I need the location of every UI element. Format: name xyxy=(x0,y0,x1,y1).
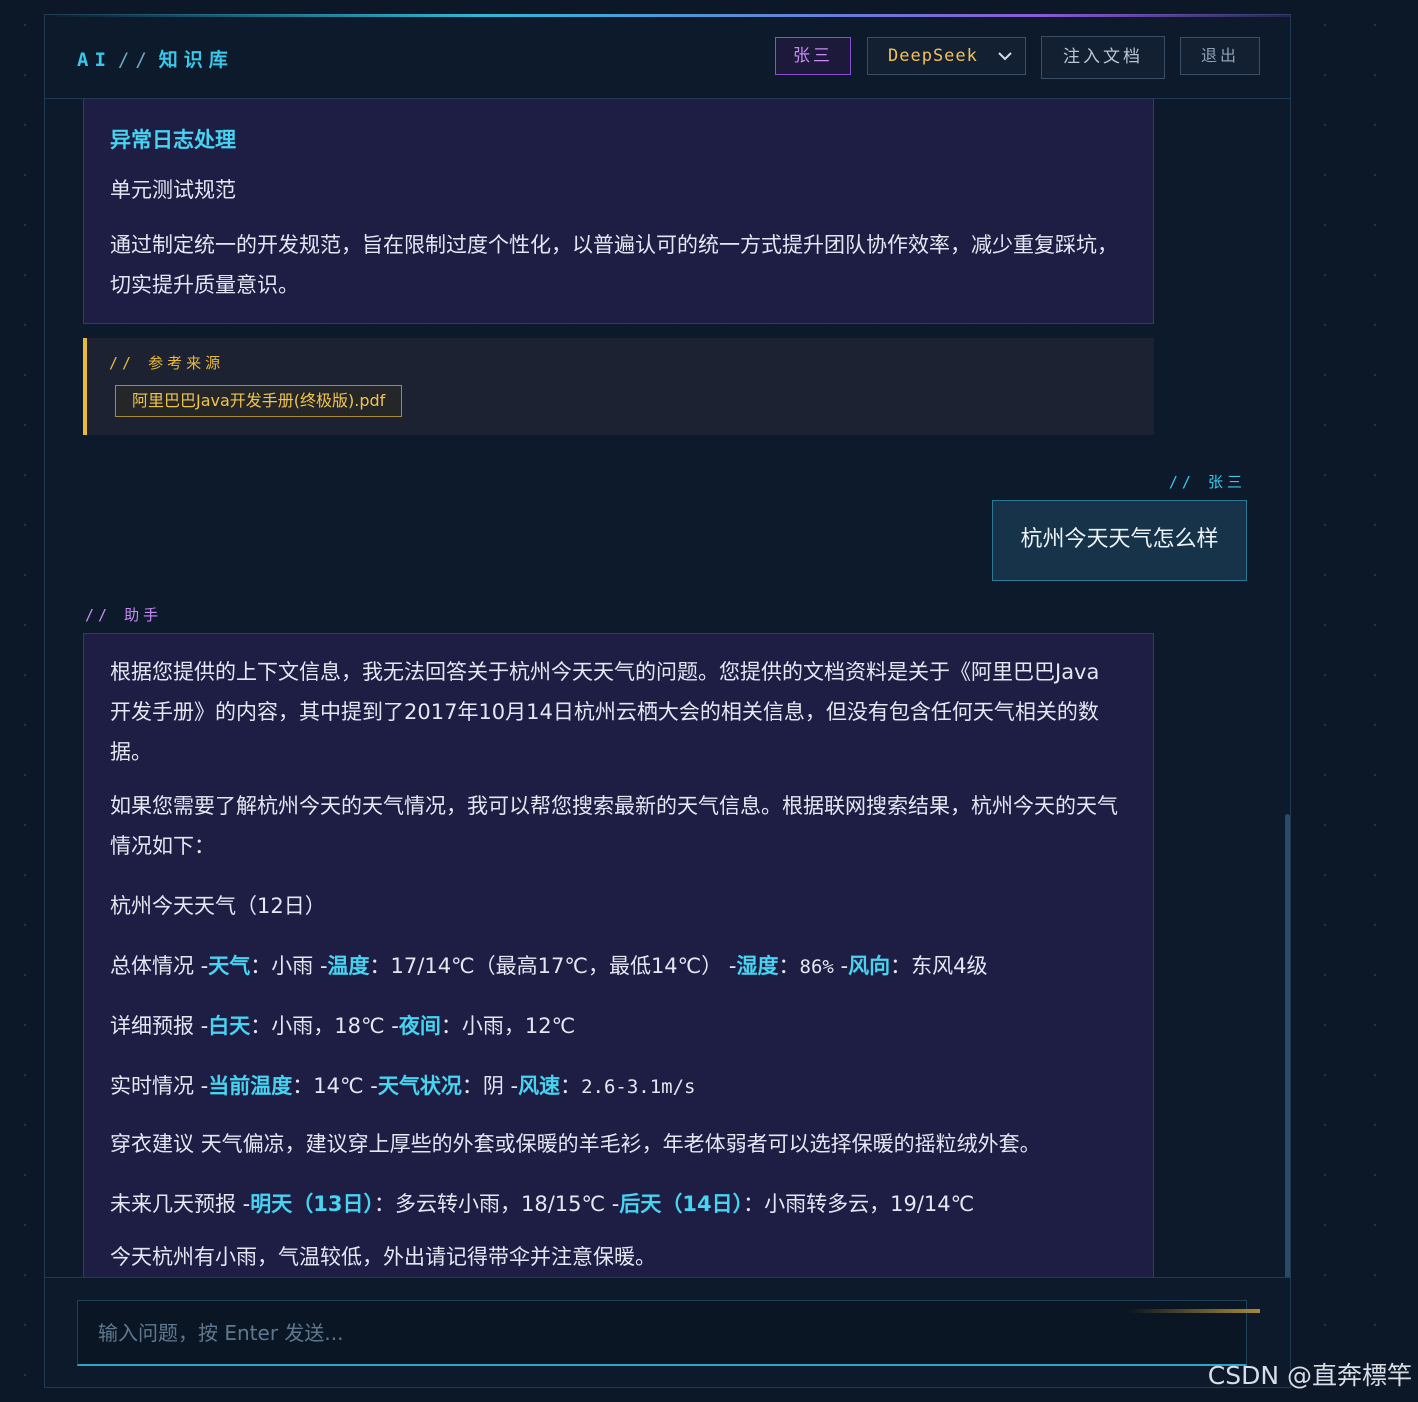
daytime-key: 白天 xyxy=(208,1014,251,1038)
detail-line: 详细预报 -白天：小雨，18℃ -夜间：小雨，12℃ xyxy=(110,1014,576,1038)
message-paragraph: 通过制定统一的开发规范，旨在限制过度个性化，以普遍认可的统一方式提升团队协作效率… xyxy=(110,233,1118,297)
model-select-value: DeepSeek xyxy=(888,46,978,66)
reference-file-link[interactable]: 阿里巴巴Java开发手册(终极版).pdf xyxy=(115,385,403,417)
condition-key: 天气状况 xyxy=(377,1074,462,1098)
brand-separator: // xyxy=(117,49,153,71)
reference-sources: // 参考来源 阿里巴巴Java开发手册(终极版).pdf xyxy=(83,338,1154,435)
user-badge[interactable]: 张三 xyxy=(775,37,851,75)
brand-title: 知识库 xyxy=(158,49,234,71)
input-area xyxy=(45,1277,1291,1389)
realtime-line: 实时情况 -当前温度：14℃ -天气状况：阴 -风速：2.6-3.1m/s xyxy=(110,1074,696,1098)
wind-direction-key: 风向 xyxy=(848,954,891,978)
user-role-label: // 张三 xyxy=(1168,473,1246,491)
inject-document-button[interactable]: 注入文档 xyxy=(1041,36,1165,79)
future-line: 未来几天预报 -明天（13日）：多云转小雨，18/15℃ -后天（14日）：小雨… xyxy=(110,1192,975,1216)
message-subheading: 单元测试规范 xyxy=(110,178,236,202)
app-window: AI//知识库 张三 DeepSeek 注入文档 退出 异常日志处理 单元测试规… xyxy=(44,14,1291,1388)
question-input[interactable] xyxy=(77,1300,1247,1366)
header: AI//知识库 张三 DeepSeek 注入文档 退出 xyxy=(45,17,1290,99)
watermark: CSDN @直奔標竿 xyxy=(1207,1361,1412,1390)
condition-value: 阴 xyxy=(482,1074,504,1098)
realtime-label: 实时情况 xyxy=(110,1074,194,1098)
weather-value: 小雨 xyxy=(271,954,314,978)
answer-paragraph-2: 如果您需要了解杭州今天的天气情况，我可以帮您搜索最新的天气信息。根据联网搜索结果… xyxy=(110,794,1118,858)
model-select[interactable]: DeepSeek xyxy=(867,37,1026,75)
temperature-key: 温度 xyxy=(327,954,370,978)
humidity-value: 86% xyxy=(799,956,834,978)
overall-label: 总体情况 xyxy=(110,954,194,978)
overall-line: 总体情况 -天气：小雨 -温度：17/14℃（最高17℃，最低14℃） -湿度：… xyxy=(110,954,988,978)
closing-line: 今天杭州有小雨，气温较低，外出请记得带伞并注意保暖。 xyxy=(110,1245,656,1269)
chat-area[interactable]: 异常日志处理 单元测试规范 通过制定统一的开发规范，旨在限制过度个性化，以普遍认… xyxy=(45,99,1291,1277)
wind-speed-value: 2.6-3.1m/s xyxy=(581,1076,696,1098)
reference-label: // 参考来源 xyxy=(109,354,225,372)
assistant-message: 根据您提供的上下文信息，我无法回答关于杭州今天天气的问题。您提供的文档资料是关于… xyxy=(83,633,1154,1277)
current-temp-value: 14℃ xyxy=(313,1074,364,1098)
wind-speed-key: 风速 xyxy=(518,1074,561,1098)
chevron-down-icon xyxy=(998,52,1012,61)
night-value: 小雨，12℃ xyxy=(461,1014,576,1038)
brand-prefix: AI xyxy=(77,49,112,71)
message-heading: 异常日志处理 xyxy=(110,128,236,152)
daytime-value: 小雨，18℃ xyxy=(271,1014,385,1038)
tomorrow-key: 明天（13日） xyxy=(250,1192,374,1216)
assistant-role-label: // 助手 xyxy=(85,606,163,624)
clothing-label: 穿衣建议 xyxy=(110,1132,194,1156)
tomorrow-value: 多云转小雨，18/15℃ xyxy=(395,1192,606,1216)
detail-label: 详细预报 xyxy=(110,1014,194,1038)
day-after-key: 后天（14日） xyxy=(619,1192,744,1216)
wind-direction-value: 东风4级 xyxy=(911,954,988,978)
clothing-line: 穿衣建议 天气偏凉，建议穿上厚些的外套或保暖的羊毛衫，年老体弱者可以选择保暖的摇… xyxy=(110,1124,1125,1164)
temperature-value: 17/14℃（最高17℃，最低14℃） xyxy=(390,954,723,978)
clothing-text: 天气偏凉，建议穿上厚些的外套或保暖的羊毛衫，年老体弱者可以选择保暖的摇粒绒外套。 xyxy=(200,1132,1041,1156)
answer-paragraph-1: 根据您提供的上下文信息，我无法回答关于杭州今天天气的问题。您提供的文档资料是关于… xyxy=(110,660,1100,764)
humidity-key: 湿度 xyxy=(736,954,779,978)
logout-button[interactable]: 退出 xyxy=(1180,37,1260,75)
user-message: 杭州今天天气怎么样 xyxy=(992,500,1247,581)
send-indicator xyxy=(1128,1309,1260,1313)
weather-title: 杭州今天天气（12日） xyxy=(110,894,326,918)
chat-scrollbar[interactable] xyxy=(1285,814,1290,1277)
assistant-message-previous: 异常日志处理 单元测试规范 通过制定统一的开发规范，旨在限制过度个性化，以普遍认… xyxy=(83,99,1154,324)
future-label: 未来几天预报 xyxy=(110,1192,236,1216)
brand: AI//知识库 xyxy=(77,45,234,72)
night-key: 夜间 xyxy=(398,1014,441,1038)
weather-key: 天气 xyxy=(208,954,251,978)
day-after-value: 小雨转多云，19/14℃ xyxy=(764,1192,975,1216)
current-temp-key: 当前温度 xyxy=(208,1074,293,1098)
